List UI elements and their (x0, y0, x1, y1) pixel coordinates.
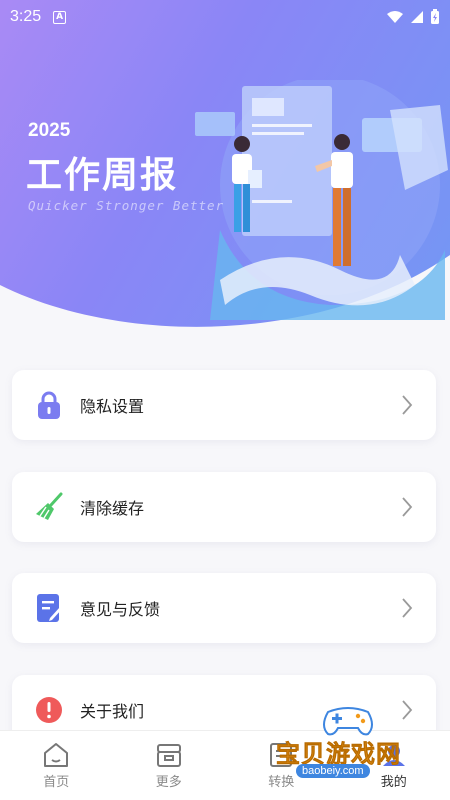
hero-title: 工作周报 (26, 155, 179, 196)
battery-icon (431, 9, 439, 24)
chevron-right-icon (402, 395, 413, 415)
notification-icon: A (53, 10, 67, 24)
signal-icon (411, 11, 423, 23)
menu-item-privacy-settings[interactable]: 隐私设置 (12, 370, 436, 440)
edit-note-icon (34, 593, 64, 623)
menu-label-clear-cache: 清除缓存 (80, 499, 145, 518)
chevron-right-icon (402, 497, 413, 517)
hero-subtitle: Quicker Stronger Better (28, 198, 225, 213)
menu-item-clear-cache[interactable]: 清除缓存 (12, 472, 436, 542)
report-illustration (195, 80, 448, 320)
wifi-icon (387, 11, 403, 23)
tab-more[interactable]: 更多 (113, 731, 226, 800)
gamepad-icon (323, 707, 373, 736)
broom-icon (34, 492, 64, 522)
home-icon (44, 742, 69, 767)
tab-home[interactable]: 首页 (0, 731, 113, 800)
header-banner: 3:25 A 2025 工作周报 Quicker Stronger Better (0, 0, 450, 340)
grid-box-icon (156, 743, 181, 767)
status-time: 3:25 (10, 8, 42, 25)
info-icon (34, 695, 64, 725)
menu-label-feedback: 意见与反馈 (80, 600, 161, 619)
menu-label-privacy-settings: 隐私设置 (80, 397, 145, 416)
hero-year: 2025 (28, 120, 71, 141)
site-watermark: 宝贝游戏网 baobeiy.com (272, 704, 450, 784)
menu-label-about-us: 关于我们 (80, 702, 145, 721)
chevron-right-icon (402, 598, 413, 618)
lock-icon (34, 390, 64, 420)
tab-label-home: 首页 (43, 774, 70, 790)
menu-item-feedback[interactable]: 意见与反馈 (12, 573, 436, 643)
status-bar: 3:25 A (0, 0, 450, 34)
tab-label-more: 更多 (155, 774, 182, 790)
watermark-url: baobeiy.com (296, 764, 370, 778)
